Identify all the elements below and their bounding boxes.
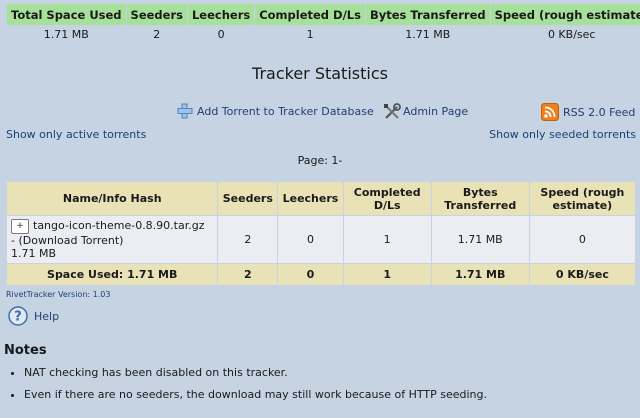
show-active-torrents-link[interactable]: Show only active torrents [6, 128, 146, 141]
summary-value: 0 KB/sec [547, 28, 596, 41]
column-header-speed: Speed (rough estimate) [529, 182, 635, 215]
column-header-seeders: Seeders [218, 182, 278, 215]
admin-page-label: Admin Page [403, 104, 469, 118]
total-space-used: Space Used: 1.71 MB [7, 264, 218, 285]
total-completed: 1 [343, 264, 431, 285]
summary-value: 2 [153, 28, 161, 41]
torrent-name: tango-icon-theme-0.8.90.tar.gz [33, 219, 205, 232]
total-leechers: 0 [278, 264, 343, 285]
list-item: Even if there are no seeders, the downlo… [24, 388, 487, 401]
torrent-name-cell: + tango-icon-theme-0.8.90.tar.gz - (Downl… [7, 216, 218, 263]
column-header-bytes: Bytes Transferred [431, 182, 529, 215]
total-seeders: 2 [218, 264, 278, 285]
summary-value: 0 [217, 28, 225, 41]
help-icon: ? [8, 306, 28, 326]
torrent-size: 1.71 MB [11, 247, 57, 260]
summary-value: 1 [306, 28, 314, 41]
add-torrent-link[interactable]: Add Torrent to Tracker Database [177, 103, 374, 119]
summary-header: Bytes Transferred [365, 4, 490, 25]
svg-text:?: ? [14, 310, 22, 325]
list-item: NAT checking has been disabled on this t… [24, 366, 487, 379]
show-seeded-torrents-link[interactable]: Show only seeded torrents [489, 128, 636, 141]
pagination: Page: 1- [297, 154, 343, 167]
column-header-leechers: Leechers [278, 182, 343, 215]
total-bytes: 1.71 MB [431, 264, 529, 285]
download-torrent-link[interactable]: - (Download Torrent) [11, 234, 123, 247]
notes-heading: Notes [4, 343, 47, 358]
column-header-completed: Completed D/Ls [343, 182, 431, 215]
page-title: Tracker Statistics [252, 64, 388, 83]
totals-row: Space Used: 1.71 MB 2 0 1 1.71 MB 0 KB/s… [7, 264, 635, 285]
admin-page-link[interactable]: Admin Page [383, 103, 468, 119]
table-row: + tango-icon-theme-0.8.90.tar.gz - (Downl… [7, 216, 635, 263]
admin-tools-icon [383, 103, 401, 119]
rss-feed-link[interactable]: RSS 2.0 Feed [541, 103, 635, 121]
add-torrent-icon [177, 103, 193, 119]
version-label: RivetTracker Version: 1.03 [6, 290, 111, 299]
summary-header: Total Space Used [7, 4, 126, 25]
rss-feed-label: RSS 2.0 Feed [563, 105, 636, 119]
summary-table: Total Space Used Seeders Leechers Comple… [6, 3, 640, 44]
leechers-cell: 0 [278, 216, 343, 263]
completed-cell: 1 [343, 216, 431, 263]
summary-header: Completed D/Ls [255, 4, 365, 25]
column-header-name: Name/Info Hash [7, 182, 218, 215]
summary-value: 1.71 MB [405, 28, 451, 41]
notes-list: NAT checking has been disabled on this t… [8, 366, 487, 410]
torrent-table: Name/Info Hash Seeders Leechers Complete… [6, 181, 636, 286]
bytes-cell: 1.71 MB [431, 216, 529, 263]
rss-feed-icon [541, 103, 559, 121]
help-label: Help [34, 309, 60, 323]
summary-header: Seeders [126, 4, 187, 25]
add-torrent-label: Add Torrent to Tracker Database [197, 104, 374, 118]
speed-cell: 0 [529, 216, 635, 263]
expand-button[interactable]: + [11, 219, 29, 234]
summary-value: 1.71 MB [43, 28, 89, 41]
summary-header: Speed (rough estimate) [490, 4, 640, 25]
seeders-cell: 2 [218, 216, 278, 263]
summary-header: Leechers [187, 4, 255, 25]
help-link[interactable]: ? Help [8, 306, 59, 326]
total-speed: 0 KB/sec [529, 264, 635, 285]
